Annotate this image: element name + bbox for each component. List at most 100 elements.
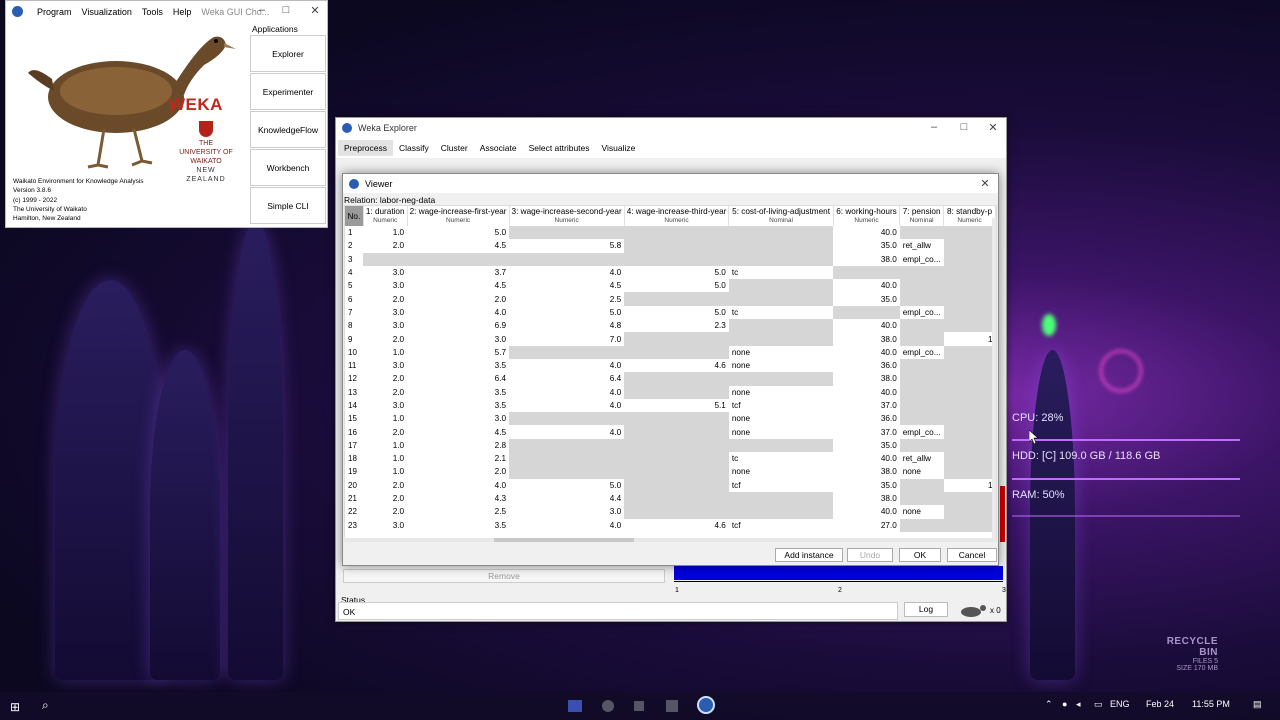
table-cell[interactable] <box>943 279 996 293</box>
table-cell[interactable]: 2.3 <box>624 319 729 332</box>
table-cell[interactable] <box>728 505 834 519</box>
ok-button[interactable]: OK <box>899 548 941 562</box>
table-cell[interactable]: 38.0 <box>833 253 899 266</box>
table-cell[interactable]: 4.5 <box>407 279 509 292</box>
table-cell[interactable]: 6.4 <box>407 372 509 385</box>
minimize-icon[interactable]: – <box>926 121 942 133</box>
table-cell[interactable] <box>899 265 944 280</box>
column-header[interactable]: 6: working-hours Numeric <box>833 206 901 226</box>
table-cell[interactable] <box>943 491 996 506</box>
table-cell[interactable]: 2.5 <box>509 292 624 305</box>
table-cell[interactable] <box>624 332 729 346</box>
table-cell[interactable]: 3.5 <box>407 386 509 399</box>
table-cell[interactable]: 4.4 <box>509 492 624 505</box>
table-cell[interactable] <box>624 438 729 453</box>
table-cell[interactable]: 4.0 <box>407 479 509 492</box>
table-cell[interactable]: 5.1 <box>624 399 729 412</box>
table-cell[interactable] <box>407 252 510 266</box>
tab-classify[interactable]: Classify <box>393 140 435 156</box>
table-cell[interactable] <box>624 385 729 399</box>
table-cell[interactable]: 3.0 <box>363 519 407 532</box>
table-cell[interactable] <box>728 491 834 506</box>
tab-visualize[interactable]: Visualize <box>596 140 642 156</box>
table-cell[interactable] <box>899 226 944 240</box>
table-cell[interactable]: 4.0 <box>509 386 624 399</box>
cancel-button[interactable]: Cancel <box>947 548 997 562</box>
table-cell[interactable] <box>899 491 944 506</box>
column-header[interactable]: 2: wage-increase-first-year Numeric <box>407 206 510 226</box>
table-row[interactable]: 20 2.0 4.0 5.0 tcf 35.0 1 <box>345 478 996 492</box>
table-cell[interactable] <box>624 372 729 386</box>
knowledgeflow-button[interactable]: KnowledgeFlow <box>250 111 326 148</box>
table-cell[interactable]: 5.0 <box>509 479 624 492</box>
table-row[interactable]: 16 2.0 4.5 4.0 none 37.0 empl_co... <box>345 425 996 439</box>
table-cell[interactable] <box>943 425 996 439</box>
table-cell[interactable] <box>728 438 834 453</box>
table-cell[interactable] <box>899 478 944 492</box>
table-cell[interactable]: none <box>729 359 833 372</box>
table-cell[interactable] <box>943 345 996 359</box>
table-cell[interactable] <box>943 305 996 320</box>
table-cell[interactable]: 1.0 <box>363 412 407 425</box>
taskbar-app-icon[interactable] <box>634 701 644 711</box>
table-cell[interactable] <box>943 372 996 386</box>
table-cell[interactable]: 2.0 <box>363 292 407 305</box>
table-cell[interactable]: 5.0 <box>624 306 729 319</box>
table-cell[interactable] <box>624 252 729 266</box>
table-cell[interactable]: 2.0 <box>363 479 407 492</box>
table-cell[interactable]: empl_co... <box>900 306 944 319</box>
windows-start-icon[interactable]: ⊞ <box>10 700 20 714</box>
table-cell[interactable]: 36.0 <box>833 359 899 372</box>
table-cell[interactable]: 3.5 <box>407 399 509 412</box>
table-cell[interactable]: 3.7 <box>407 266 509 279</box>
table-cell[interactable] <box>899 438 944 453</box>
close-icon[interactable]: ✕ <box>985 121 1001 134</box>
table-cell[interactable] <box>509 465 625 479</box>
table-row[interactable]: 9 2.0 3.0 7.0 38.0 1 <box>345 332 996 346</box>
table-cell[interactable]: 2.0 <box>407 292 509 305</box>
table-row[interactable]: 11 3.0 3.5 4.0 4.6 none 36.0 <box>345 358 996 373</box>
table-cell[interactable] <box>624 491 729 506</box>
table-cell[interactable] <box>509 438 625 453</box>
table-cell[interactable]: 3.0 <box>363 266 407 279</box>
table-cell[interactable] <box>728 239 834 253</box>
explorer-button[interactable]: Explorer <box>250 35 326 72</box>
table-row[interactable]: 6 2.0 2.0 2.5 35.0 <box>345 292 996 306</box>
table-cell[interactable] <box>943 319 996 333</box>
close-icon[interactable]: ✕ <box>977 177 993 190</box>
table-cell[interactable]: 38.0 <box>833 372 899 385</box>
table-cell[interactable]: 27.0 <box>833 519 899 532</box>
tab-cluster[interactable]: Cluster <box>435 140 474 156</box>
recycle-bin[interactable]: RECYCLE BIN FILES 5 SIZE 170 MB <box>1148 636 1218 672</box>
table-cell[interactable] <box>943 252 996 266</box>
table-cell[interactable]: 4.5 <box>407 425 509 438</box>
table-cell[interactable] <box>509 345 625 359</box>
column-header[interactable]: 4: wage-increase-third-year Numeric <box>624 206 730 226</box>
vertical-scrollbar[interactable] <box>992 218 996 538</box>
menu-visualization[interactable]: Visualization <box>77 7 137 17</box>
table-row[interactable]: 18 1.0 2.1 tc 40.0 ret_allw <box>345 452 996 466</box>
table-cell[interactable]: 38.0 <box>833 465 899 478</box>
table-cell[interactable]: 3.0 <box>363 319 407 332</box>
table-cell[interactable]: 2.8 <box>407 439 509 452</box>
table-cell[interactable] <box>833 265 900 280</box>
table-cell[interactable] <box>728 319 834 333</box>
remove-button[interactable]: Remove <box>343 569 665 583</box>
table-cell[interactable] <box>509 226 625 240</box>
table-cell[interactable]: 1.0 <box>363 452 407 465</box>
table-cell[interactable]: 4.5 <box>407 239 509 252</box>
menu-program[interactable]: Program <box>32 7 77 17</box>
column-header[interactable]: 1: duration Numeric <box>363 206 408 226</box>
table-cell[interactable]: empl_co... <box>900 253 944 266</box>
table-cell[interactable] <box>899 292 944 306</box>
table-cell[interactable] <box>943 358 996 373</box>
table-cell[interactable]: tc <box>729 306 833 319</box>
table-cell[interactable]: 5.0 <box>407 226 509 239</box>
table-cell[interactable]: 2.0 <box>363 239 407 252</box>
data-grid[interactable]: No. 1: duration Numeric 2: wage-increase-fi… <box>344 205 997 542</box>
table-row[interactable]: 13 2.0 3.5 4.0 none 40.0 <box>345 385 996 399</box>
table-cell[interactable]: 2.0 <box>363 425 407 438</box>
add-instance-button[interactable]: Add instance <box>775 548 843 562</box>
table-cell[interactable] <box>624 226 729 240</box>
table-cell[interactable]: none <box>729 346 833 359</box>
